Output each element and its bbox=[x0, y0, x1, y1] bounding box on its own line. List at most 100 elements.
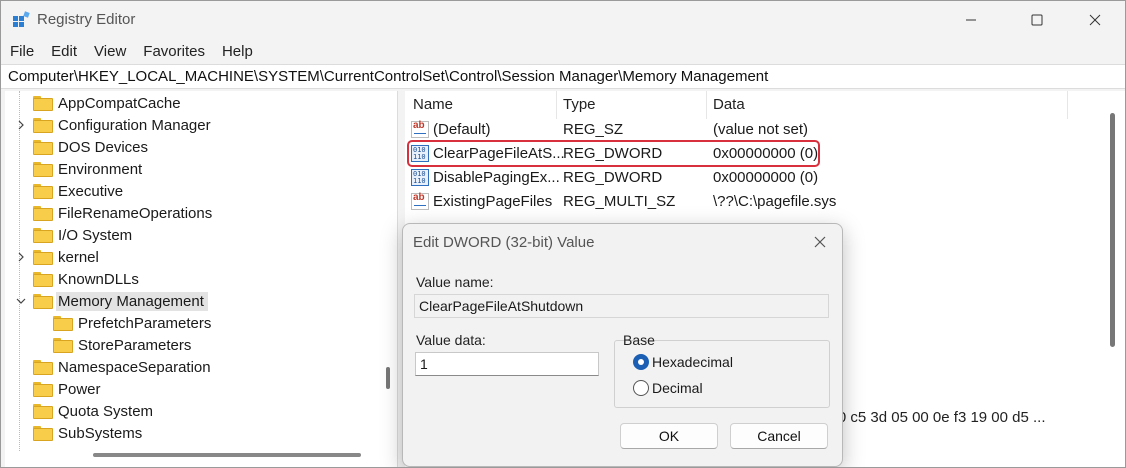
tree-item-label: kernel bbox=[58, 248, 99, 266]
title-bar: Registry Editor bbox=[1, 1, 1125, 39]
list-item[interactable]: 010 110 DisablePagingEx... REG_DWORD 0x00… bbox=[405, 166, 1105, 190]
tree-item[interactable]: KnownDLLs bbox=[33, 268, 139, 290]
folder-icon bbox=[33, 381, 53, 397]
tree-item-label: AppCompatCache bbox=[58, 94, 181, 112]
folder-icon bbox=[33, 425, 53, 441]
minimize-icon bbox=[966, 19, 976, 21]
folder-icon bbox=[33, 359, 53, 375]
folder-icon bbox=[53, 315, 73, 331]
tree-item-label: Executive bbox=[58, 182, 124, 200]
tree-item[interactable]: FileRenameOperations bbox=[33, 202, 212, 224]
dialog-close-icon[interactable] bbox=[810, 232, 830, 252]
registry-editor-window: Registry Editor File Edit View Favorites… bbox=[0, 0, 1126, 468]
folder-icon bbox=[33, 271, 53, 287]
tree-item[interactable]: Quota System bbox=[33, 400, 153, 422]
value-data-label: Value data: bbox=[416, 332, 486, 348]
tree-item[interactable]: NamespaceSeparation bbox=[33, 356, 211, 378]
tree-item[interactable]: Environment bbox=[33, 158, 142, 180]
list-vertical-scrollbar[interactable] bbox=[1110, 113, 1115, 347]
highlight-annotation bbox=[407, 140, 820, 167]
value-data: \??\C:\pagefile.sys bbox=[713, 193, 837, 210]
tree-item[interactable]: PrefetchParameters bbox=[53, 312, 211, 334]
folder-icon bbox=[33, 161, 53, 177]
edit-dword-dialog: Edit DWORD (32-bit) Value Value name: Cl… bbox=[402, 223, 843, 467]
maximize-icon bbox=[1031, 14, 1043, 26]
tree-item-label: KnownDLLs bbox=[58, 270, 139, 288]
value-name: DisablePagingEx... bbox=[433, 169, 560, 186]
address-bar[interactable]: Computer\HKEY_LOCAL_MACHINE\SYSTEM\Curre… bbox=[1, 64, 1125, 89]
value-data: (value not set) bbox=[713, 121, 809, 138]
menu-bar: File Edit View Favorites Help bbox=[1, 39, 1125, 63]
tree-item-label: PrefetchParameters bbox=[78, 314, 212, 332]
tree-horizontal-scrollbar[interactable] bbox=[93, 453, 361, 457]
cancel-button[interactable]: Cancel bbox=[730, 423, 828, 449]
menu-file[interactable]: File bbox=[10, 43, 34, 60]
tree-item-label: Memory Management bbox=[56, 291, 208, 311]
tree-item[interactable]: Configuration Manager bbox=[18, 114, 211, 136]
column-header-name[interactable]: Name bbox=[413, 96, 453, 113]
menu-edit[interactable]: Edit bbox=[51, 43, 77, 60]
radio-unselected-icon[interactable] bbox=[633, 380, 649, 396]
decimal-label: Decimal bbox=[652, 380, 703, 396]
radio-selected-icon[interactable] bbox=[633, 354, 649, 370]
decimal-radio[interactable]: Decimal bbox=[633, 380, 703, 396]
tree-item[interactable]: Power bbox=[33, 378, 101, 400]
value-data-input[interactable]: 1 bbox=[415, 352, 599, 376]
column-header-data[interactable]: Data bbox=[713, 96, 745, 113]
string-value-icon: ab bbox=[411, 193, 429, 210]
tree-item[interactable]: AppCompatCache bbox=[33, 92, 181, 114]
tree-item-label: StoreParameters bbox=[78, 336, 192, 354]
column-divider[interactable] bbox=[556, 91, 557, 119]
folder-icon bbox=[33, 139, 53, 155]
string-value-icon: ab bbox=[411, 121, 429, 138]
folder-icon bbox=[33, 205, 53, 221]
column-header-type[interactable]: Type bbox=[563, 96, 596, 113]
folder-icon bbox=[33, 403, 53, 419]
value-name: (Default) bbox=[433, 121, 491, 138]
menu-favorites[interactable]: Favorites bbox=[143, 43, 205, 60]
tree-item[interactable]: Executive bbox=[33, 180, 123, 202]
tree-item-selected[interactable]: Memory Management bbox=[16, 290, 208, 312]
tree-item-label: DOS Devices bbox=[58, 138, 149, 156]
value-name: ExistingPageFiles bbox=[433, 193, 553, 210]
menu-help[interactable]: Help bbox=[222, 43, 253, 60]
folder-icon bbox=[53, 337, 73, 353]
close-icon bbox=[1089, 14, 1101, 26]
list-header: Name Type Data bbox=[405, 91, 1125, 119]
tree-item-label: FileRenameOperations bbox=[58, 204, 213, 222]
tree-item[interactable]: DOS Devices bbox=[33, 136, 148, 158]
menu-view[interactable]: View bbox=[94, 43, 126, 60]
close-button[interactable] bbox=[1069, 1, 1121, 39]
folder-open-icon bbox=[33, 293, 53, 309]
maximize-button[interactable] bbox=[1011, 1, 1063, 39]
value-type: REG_SZ bbox=[563, 121, 624, 138]
value-name-field: ClearPageFileAtShutdown bbox=[414, 294, 829, 318]
tree-item[interactable]: I/O System bbox=[33, 224, 132, 246]
column-divider[interactable] bbox=[706, 91, 707, 119]
list-item[interactable]: ab ExistingPageFiles REG_MULTI_SZ \??\C:… bbox=[405, 190, 1105, 214]
hexadecimal-radio[interactable]: Hexadecimal bbox=[633, 354, 733, 370]
folder-icon bbox=[33, 249, 53, 265]
column-divider[interactable] bbox=[1067, 91, 1068, 119]
tree-vertical-scrollbar[interactable] bbox=[386, 367, 390, 389]
registry-editor-icon bbox=[13, 11, 30, 27]
tree-item[interactable]: StoreParameters bbox=[53, 334, 191, 356]
value-type: REG_DWORD bbox=[563, 169, 663, 186]
minimize-button[interactable] bbox=[945, 1, 997, 39]
chevron-right-icon[interactable] bbox=[15, 251, 27, 263]
value-data: 0x00000000 (0) bbox=[713, 169, 819, 186]
chevron-right-icon[interactable] bbox=[15, 119, 27, 131]
tree-item-label: Configuration Manager bbox=[58, 116, 211, 134]
tree-item-label: SubSystems bbox=[58, 424, 143, 442]
tree-item[interactable]: kernel bbox=[18, 246, 99, 268]
folder-icon bbox=[33, 117, 53, 133]
window-title: Registry Editor bbox=[37, 11, 136, 28]
key-tree[interactable]: AppCompatCache Configuration Manager DOS… bbox=[5, 91, 398, 467]
tree-item-label: NamespaceSeparation bbox=[58, 358, 211, 376]
folder-icon bbox=[33, 227, 53, 243]
list-item[interactable]: ab (Default) REG_SZ (value not set) bbox=[405, 118, 1105, 142]
tree-item[interactable]: SubSystems bbox=[33, 422, 142, 444]
ok-button[interactable]: OK bbox=[620, 423, 718, 449]
value-name-label: Value name: bbox=[416, 274, 494, 290]
chevron-down-icon[interactable] bbox=[15, 295, 27, 307]
